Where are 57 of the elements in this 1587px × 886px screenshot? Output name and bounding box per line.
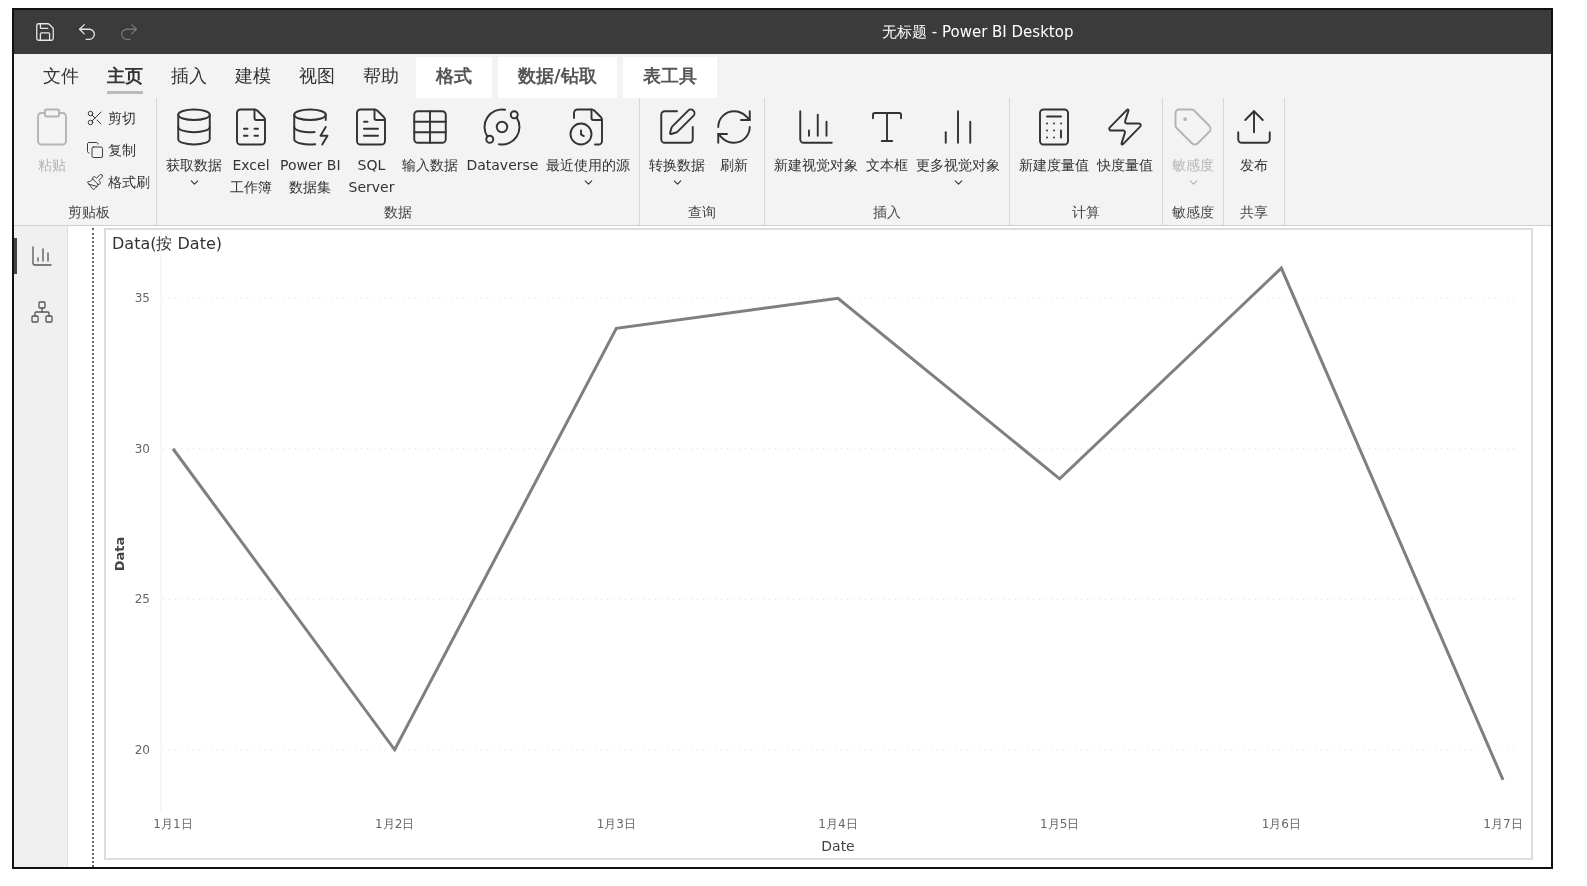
ribbon-button[interactable]: 新建度量值 — [1016, 98, 1093, 176]
ribbon-button[interactable]: 最近使用的源 — [543, 98, 634, 189]
y-axis-label: 35 — [134, 291, 150, 306]
x-axis-label: 1月7日 — [1483, 817, 1523, 831]
report-view-icon — [30, 244, 54, 268]
ribbon-tab[interactable]: 文件 — [32, 57, 90, 98]
x-axis-label: 1月3日 — [596, 817, 636, 831]
ribbon-button[interactable]: 发布 — [1230, 98, 1279, 176]
group-label: 共享 — [1240, 203, 1269, 222]
ribbon-tab[interactable]: 视图 — [288, 57, 346, 98]
y-axis-label: 30 — [134, 441, 150, 456]
paintbrush-icon — [86, 173, 104, 191]
ribbon-button[interactable]: Dataverse — [463, 98, 542, 176]
ribbon-button[interactable]: SQL Server — [345, 98, 398, 198]
x-axis-label: 1月4日 — [818, 817, 858, 831]
model-view-icon — [30, 300, 54, 324]
ribbon-tab[interactable]: 帮助 — [352, 57, 410, 98]
ribbon-tab[interactable]: 表工具 — [622, 57, 717, 98]
ribbon-tab[interactable]: 建模 — [224, 57, 282, 98]
ribbon-button[interactable]: 更多视觉对象 — [913, 98, 1004, 189]
x-axis-label: 1月2日 — [375, 817, 415, 831]
line-chart-visual[interactable]: Data(按 Date) 20 25 30 35 1月1日 1月2日 1月3日 1月4日 1月5日 1月6日 1月7日 Date Data — [104, 228, 1533, 860]
y-axis-title: Data — [112, 536, 127, 572]
copy-icon — [86, 141, 104, 159]
save-icon[interactable] — [34, 21, 56, 43]
ribbon-button[interactable]: 格式刷 — [86, 166, 150, 198]
scissors-icon — [86, 109, 104, 127]
ribbon-tab[interactable]: 格式 — [416, 57, 492, 98]
ribbon-button[interactable]: Excel 工作簿 — [227, 98, 275, 198]
ribbon-button[interactable]: 转换数据 — [646, 98, 709, 189]
ribbon-button[interactable]: 获取数据 — [163, 98, 225, 189]
group-label: 敏感度 — [1172, 203, 1215, 222]
undo-icon[interactable] — [76, 21, 98, 43]
group-label: 数据 — [384, 203, 413, 222]
x-axis-title: Date — [821, 838, 855, 854]
ribbon-button[interactable]: 剪切 — [86, 102, 150, 134]
ribbon-button[interactable]: Power BI 数据集 — [277, 98, 344, 198]
ribbon-button[interactable]: 新建视觉对象 — [771, 98, 862, 176]
x-axis-label: 1月5日 — [1040, 817, 1080, 831]
ribbon-button[interactable]: 文本框 — [863, 98, 912, 176]
group-label: 插入 — [873, 203, 902, 222]
x-axis-label: 1月6日 — [1261, 817, 1301, 831]
x-axis-label: 1月1日 — [153, 817, 193, 831]
visual-title: Data(按 Date) — [112, 233, 222, 255]
window-title: 无标题 - Power BI Desktop — [882, 21, 1074, 43]
ribbon-button[interactable]: 快度量值 — [1094, 98, 1157, 176]
ribbon-tab[interactable]: 插入 — [160, 57, 218, 98]
ribbon-button[interactable]: 复制 — [86, 134, 150, 166]
group-label: 查询 — [688, 203, 717, 222]
group-label: 计算 — [1072, 203, 1101, 222]
y-axis-label: 25 — [134, 592, 150, 607]
y-axis-label: 20 — [134, 742, 150, 757]
ribbon-button[interactable]: 输入数据 — [399, 98, 462, 176]
ribbon-tab[interactable]: 数据/钻取 — [498, 57, 617, 98]
ribbon-tab[interactable]: 主页 — [96, 57, 154, 98]
ribbon-button[interactable]: 刷新 — [710, 98, 759, 176]
group-label: 剪贴板 — [68, 203, 110, 222]
